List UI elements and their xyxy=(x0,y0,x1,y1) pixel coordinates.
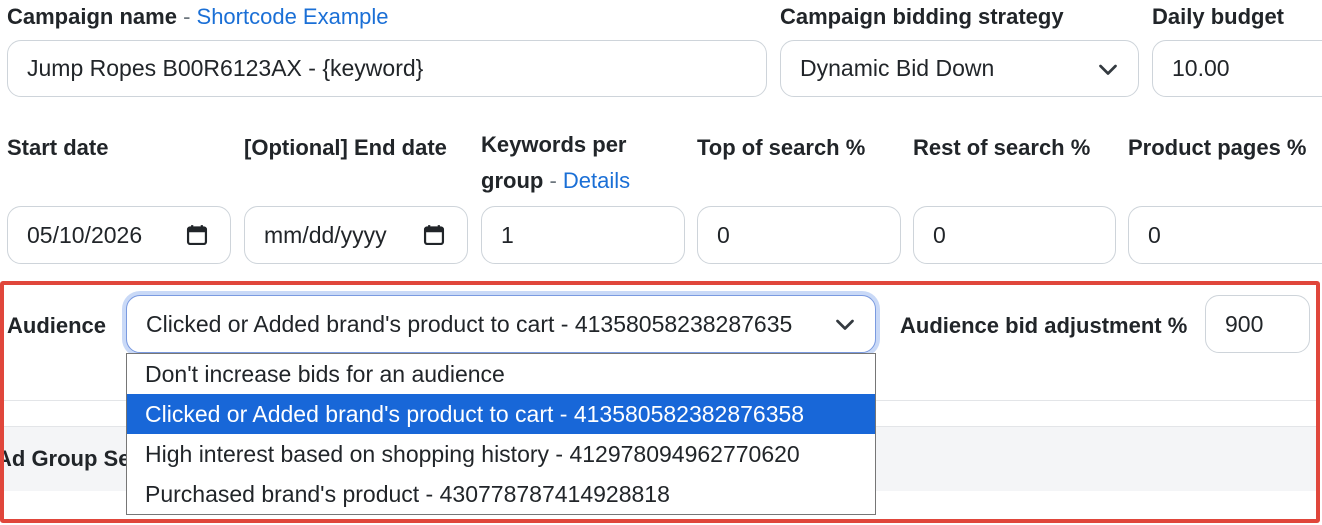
daily-budget-input[interactable]: 10.00 xyxy=(1152,40,1322,97)
audience-option-selected[interactable]: Clicked or Added brand's product to cart… xyxy=(127,394,875,434)
top-of-search-label: Top of search % xyxy=(697,135,866,160)
bidding-strategy-label: Campaign bidding strategy xyxy=(780,4,1064,29)
keywords-per-group-label: Keywords per group - Details xyxy=(481,132,631,193)
campaign-name-label: Campaign name - Shortcode Example xyxy=(7,4,389,29)
audience-option[interactable]: High interest based on shopping history … xyxy=(127,434,875,474)
chevron-down-icon xyxy=(1099,64,1117,75)
audience-dropdown-list: Don't increase bids for an audience Clic… xyxy=(126,353,876,515)
top-of-search-input[interactable]: 0 xyxy=(697,206,901,264)
calendar-icon[interactable] xyxy=(423,224,445,246)
audience-option[interactable]: Don't increase bids for an audience xyxy=(127,354,875,394)
product-pages-label: Product pages % xyxy=(1128,135,1307,160)
calendar-icon[interactable] xyxy=(186,224,208,246)
audience-option[interactable]: Purchased brand's product - 430778787414… xyxy=(127,474,875,514)
end-date-input[interactable]: mm/dd/yyyy xyxy=(244,206,468,264)
daily-budget-label: Daily budget xyxy=(1152,4,1285,29)
shortcode-example-link[interactable]: Shortcode Example xyxy=(197,4,389,29)
end-date-label: [Optional] End date xyxy=(244,135,447,160)
rest-of-search-input[interactable]: 0 xyxy=(913,206,1116,264)
product-pages-input[interactable]: 0 xyxy=(1128,206,1322,264)
start-date-label: Start date xyxy=(7,135,109,160)
campaign-name-input[interactable]: Jump Ropes B00R6123AX - {keyword} xyxy=(7,40,767,97)
rest-of-search-label: Rest of search % xyxy=(913,135,1091,160)
bidding-strategy-select[interactable]: Dynamic Bid Down xyxy=(780,40,1139,97)
details-link[interactable]: Details xyxy=(563,168,630,193)
start-date-input[interactable]: 05/10/2026 xyxy=(7,206,231,264)
keywords-per-group-input[interactable]: 1 xyxy=(481,206,685,264)
